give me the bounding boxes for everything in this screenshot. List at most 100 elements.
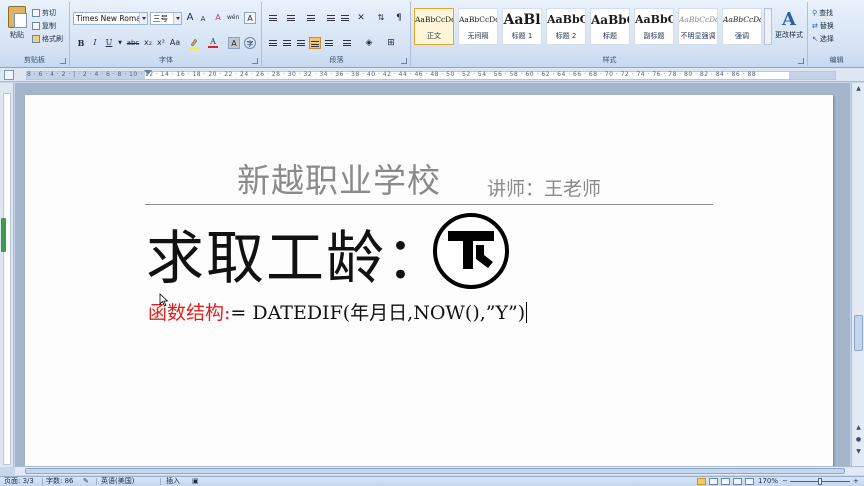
change-case-button[interactable]: Aa [168,37,182,49]
font-group: Times New Roman 三号 A A A wén A B I U ▼ a… [71,2,262,66]
vertical-scrollbar[interactable]: ▲ ▲ ● ▼ [851,83,864,467]
style-tile-heading-2[interactable]: AaBbC 标题 2 [546,8,586,45]
word-count[interactable]: 字数: 86 [46,477,74,486]
style-tile-title[interactable]: AaBbC 标题 [590,8,630,45]
zoom-level[interactable]: 170% [758,477,778,486]
scroll-down-arrow[interactable]: ▼ [854,447,863,456]
binoculars-icon: ⚲ [812,9,818,17]
cut-label: 剪切 [42,8,56,17]
char-border-button[interactable]: A [244,12,256,24]
page-indicator[interactable]: 页面: 3/3 [4,477,34,486]
bold-button[interactable]: B [75,37,87,49]
zoom-slider-knob[interactable] [818,478,822,485]
bullets-button[interactable] [267,12,279,24]
subscript-button[interactable]: x₂ [142,37,154,49]
chevron-down-icon[interactable] [173,13,181,24]
grow-font-button[interactable]: A [184,12,196,24]
italic-button[interactable]: I [89,37,101,49]
horizontal-ruler[interactable]: 8 · 6 · 4 · 2 · | · 2 · 4 · 6 · 8 · 10 ·… [0,68,864,82]
decrease-indent-button[interactable] [325,12,337,24]
align-right-button[interactable] [295,37,307,49]
web-layout-icon[interactable] [721,478,730,485]
replace-button[interactable]: ⇄ 替换 [812,21,834,31]
strikethrough-button[interactable]: abc [126,37,140,49]
scroll-up-arrow[interactable]: ▲ [854,423,863,432]
paste-icon [8,6,27,28]
language-indicator[interactable]: 英语(美国) [101,477,134,486]
format-painter-button[interactable]: 格式刷 [32,33,63,44]
school-name: 新越职业学校 [237,161,441,200]
clear-format-button[interactable]: A [212,12,224,24]
document-page[interactable]: 新越职业学校 讲师：王老师 求取工龄： 函数结构:= DATEDIF(年月日,N… [25,95,833,467]
multilevel-list-button[interactable] [305,12,317,24]
insert-mode[interactable]: 插入 [166,477,180,486]
logo-icon [433,213,509,289]
copy-icon [32,21,40,30]
horizontal-scroll-thumb[interactable] [25,468,845,474]
shrink-font-button[interactable]: A [197,13,209,25]
scroll-up-arrow[interactable]: ▲ [854,84,863,93]
numbering-button[interactable] [285,12,297,24]
draft-view-icon[interactable] [745,478,754,485]
line-spacing-button[interactable] [341,37,353,49]
style-tile-subtle-emphasis[interactable]: AaBbCcDd 不明显强调 [678,8,718,45]
vertical-ruler-marker [1,218,6,252]
spell-check-icon[interactable]: ✎ [83,477,89,486]
formula-body: = DATEDIF(年月日,NOW(),”Y”) [230,302,526,324]
print-layout-view-icon[interactable] [697,478,706,485]
cut-button[interactable]: 剪切 [32,7,56,18]
first-line-indent-marker[interactable] [144,70,152,75]
clipboard-dialog-launcher[interactable] [60,58,66,64]
shading-button[interactable]: ◈ [363,37,375,49]
style-tile-no-spacing[interactable]: AaBbCcDd 无间隔 [458,8,498,45]
align-left-button[interactable] [267,37,279,49]
paragraph-dialog-launcher[interactable] [401,58,407,64]
distributed-button[interactable] [323,37,335,49]
style-tile-emphasis[interactable]: AaBbCcDd 强调 [722,8,762,45]
borders-button[interactable]: ⊞ [385,37,397,49]
find-button[interactable]: ⚲ 查找 [812,8,833,18]
ruler-track: 8 · 6 · 4 · 2 · | · 2 · 4 · 6 · 8 · 10 ·… [26,70,836,80]
change-styles-button[interactable]: A 更改样式 [773,10,805,40]
full-screen-reading-icon[interactable] [709,478,718,485]
tab-selector[interactable] [4,70,14,80]
chevron-down-icon[interactable] [139,13,147,24]
style-name: 标题 2 [555,32,577,40]
copy-button[interactable]: 复制 [32,20,56,31]
show-marks-button[interactable]: ¶ [393,12,405,24]
increase-indent-button[interactable] [339,12,351,24]
font-name-combo[interactable]: Times New Roman [73,12,148,25]
superscript-button[interactable]: x² [155,37,167,49]
horizontal-scrollbar[interactable] [15,466,864,475]
sort-button[interactable]: ⇅ [375,12,387,24]
styles-gallery-scroll[interactable] [764,8,772,45]
phonetic-guide-button[interactable]: wén [227,12,239,24]
style-tile-subtitle[interactable]: AaBbC 副标题 [634,8,674,45]
chinese-layout-button[interactable]: ✕ [355,12,367,24]
enclose-char-button[interactable]: 字 [244,37,256,49]
highlight-button[interactable] [188,37,200,49]
style-name: 标题 [603,32,617,40]
font-size-combo[interactable]: 三号 [150,12,182,25]
font-color-button[interactable]: A [207,37,219,49]
macro-record-icon[interactable]: ▣ [192,477,199,486]
font-dialog-launcher[interactable] [252,58,258,64]
document-area: 新越职业学校 讲师：王老师 求取工龄： 函数结构:= DATEDIF(年月日,N… [15,83,850,467]
style-tile-heading-1[interactable]: AaBl 标题 1 [502,8,542,45]
browse-object-icon[interactable]: ● [854,435,863,444]
vertical-scroll-thumb[interactable] [854,315,863,351]
styles-dialog-launcher[interactable] [798,58,804,64]
chevron-down-icon[interactable]: ▼ [114,37,126,49]
style-tile-normal[interactable]: AaBbCcDd 正文 [414,8,454,45]
zoom-in-button[interactable]: + [853,477,859,486]
align-center-button[interactable] [281,37,293,49]
outline-view-icon[interactable] [733,478,742,485]
paste-button[interactable]: 粘贴 [3,6,31,46]
char-shading-button[interactable]: A [228,37,240,49]
select-arrow-icon: ↖ [812,35,818,43]
zoom-out-button[interactable]: − [782,477,788,486]
select-button[interactable]: ↖ 选择 [812,34,834,44]
style-sample: AaBbCcDd [415,15,453,24]
vertical-ruler[interactable] [0,83,14,467]
justify-button[interactable] [309,37,321,49]
